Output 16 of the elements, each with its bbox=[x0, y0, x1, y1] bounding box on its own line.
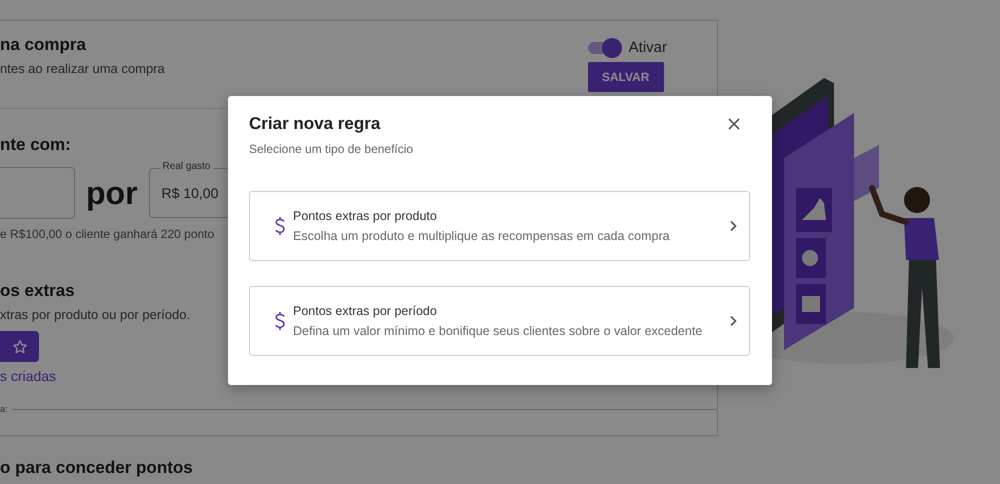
section-title: na compra bbox=[0, 35, 86, 55]
connector-text: por bbox=[86, 174, 138, 212]
section-title: o para conceder pontos bbox=[0, 458, 193, 478]
option-description: Escolha um produto e multiplique as recompensas em cada compra bbox=[293, 229, 671, 243]
option-title: Pontos extras por período bbox=[293, 304, 438, 318]
toggle-label: Ativar bbox=[628, 39, 667, 56]
dialog-subtitle: Selecione um tipo de benefício bbox=[249, 142, 414, 156]
dialog-title: Criar nova regra bbox=[249, 114, 382, 134]
hint-text: e R$100,00 o cliente ganhará 220 ponto bbox=[0, 227, 214, 241]
section-subtitle: ntes ao realizar uma compra bbox=[0, 61, 165, 76]
field-label: a: bbox=[0, 404, 8, 414]
section-title: os extras bbox=[0, 281, 75, 301]
option-title: Pontos extras por produto bbox=[293, 209, 438, 223]
section-subtitle: xtras por produto ou por período. bbox=[0, 307, 190, 322]
section-title: nte com: bbox=[0, 135, 71, 155]
option-description: Defina um valor mínimo e bonifique seus clientes sobre o valor excedente bbox=[293, 324, 704, 338]
